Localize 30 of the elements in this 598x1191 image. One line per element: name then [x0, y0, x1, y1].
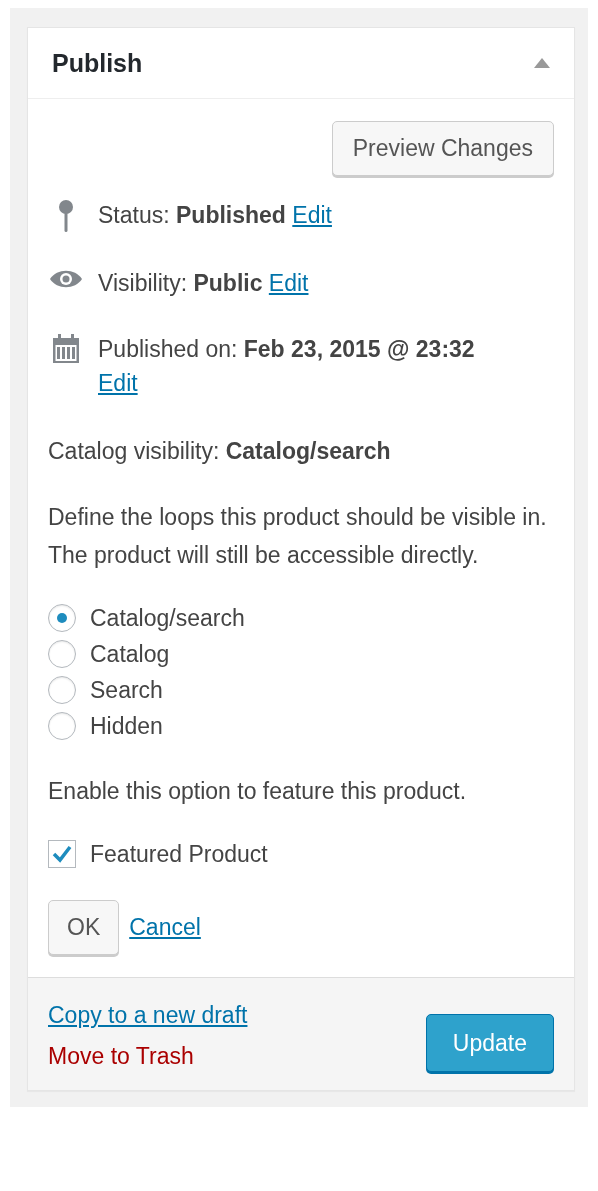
feature-hint-text: Enable this option to feature this product.	[48, 777, 468, 806]
radio-button[interactable]	[48, 640, 76, 668]
catalog-visibility-text: Catalog visibility: Catalog/search	[48, 437, 392, 466]
calendar-icon	[52, 334, 80, 364]
edit-link[interactable]: Edit	[292, 202, 332, 228]
visibility-text: Visibility: Public Edit	[98, 269, 309, 298]
eye-icon	[49, 268, 83, 290]
edit-link[interactable]: Edit	[98, 366, 475, 400]
copy-to-draft-link[interactable]: Copy to a new draft	[48, 1002, 248, 1029]
description-text: Define the loops this product should be visible in. The product will still be accessible directly.	[48, 503, 548, 570]
cancel-link[interactable]: Cancel	[129, 914, 201, 941]
update-button[interactable]: Update	[425, 1014, 554, 1072]
move-to-trash-link[interactable]: Move to Trash	[48, 1043, 248, 1070]
radio-label: Hidden	[90, 712, 163, 740]
radio-button[interactable]	[48, 676, 76, 704]
checkbox-label: Featured Product	[90, 840, 268, 868]
edit-link[interactable]: Edit	[268, 270, 309, 296]
preview-changes-button[interactable]: Preview Changes	[331, 121, 554, 176]
radio-label: Search	[90, 676, 163, 704]
checkbox[interactable]	[48, 840, 76, 868]
radio-button[interactable]	[48, 604, 76, 632]
radio-button[interactable]	[48, 712, 76, 740]
radio-label: Catalog	[90, 640, 170, 668]
collapse-toggle-icon[interactable]	[534, 58, 550, 68]
radio-label: Catalog/search	[90, 604, 245, 632]
panel-title: Publish	[52, 48, 143, 78]
ok-button[interactable]: OK	[48, 900, 120, 955]
pin-icon	[59, 200, 73, 234]
published-on-text: Published on: Feb 23, 2015 @ 23:32 Edit	[98, 332, 475, 400]
status-text: Status: Published Edit	[98, 201, 332, 230]
